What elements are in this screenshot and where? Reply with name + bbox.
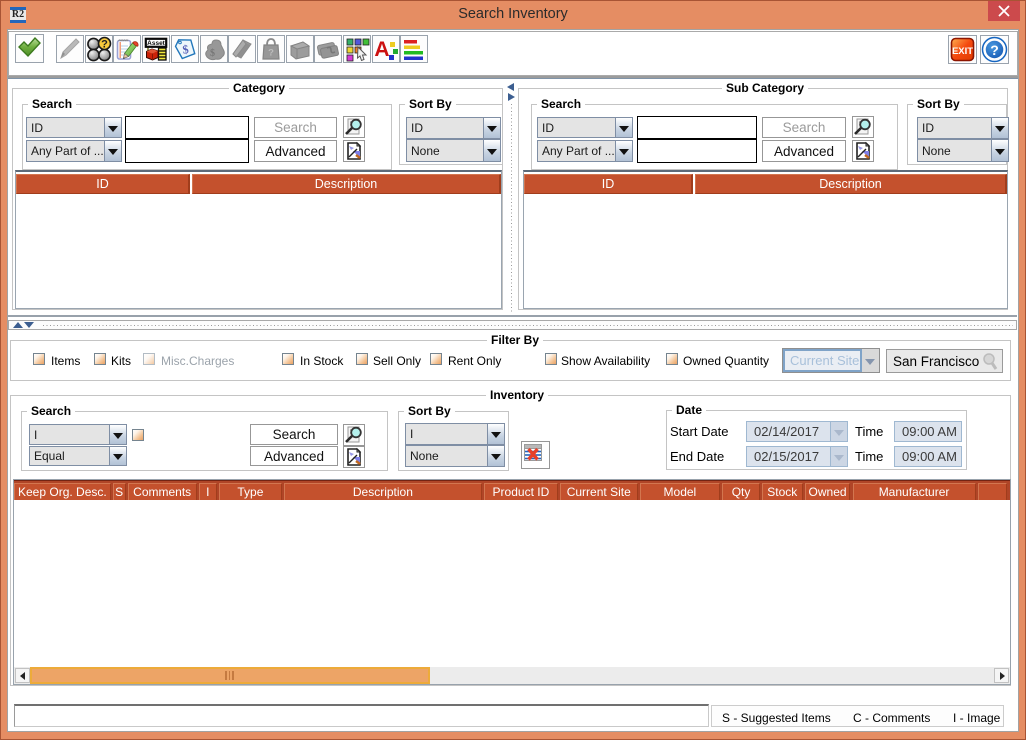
svg-text:A: A	[374, 38, 389, 61]
svg-text:$: $	[210, 48, 215, 59]
svg-text:?: ?	[268, 48, 274, 59]
svg-text:Asset: Asset	[147, 40, 166, 47]
svg-text:EXIT: EXIT	[952, 46, 973, 57]
svg-text:?: ?	[990, 42, 999, 58]
svg-text:?: ?	[101, 39, 108, 51]
